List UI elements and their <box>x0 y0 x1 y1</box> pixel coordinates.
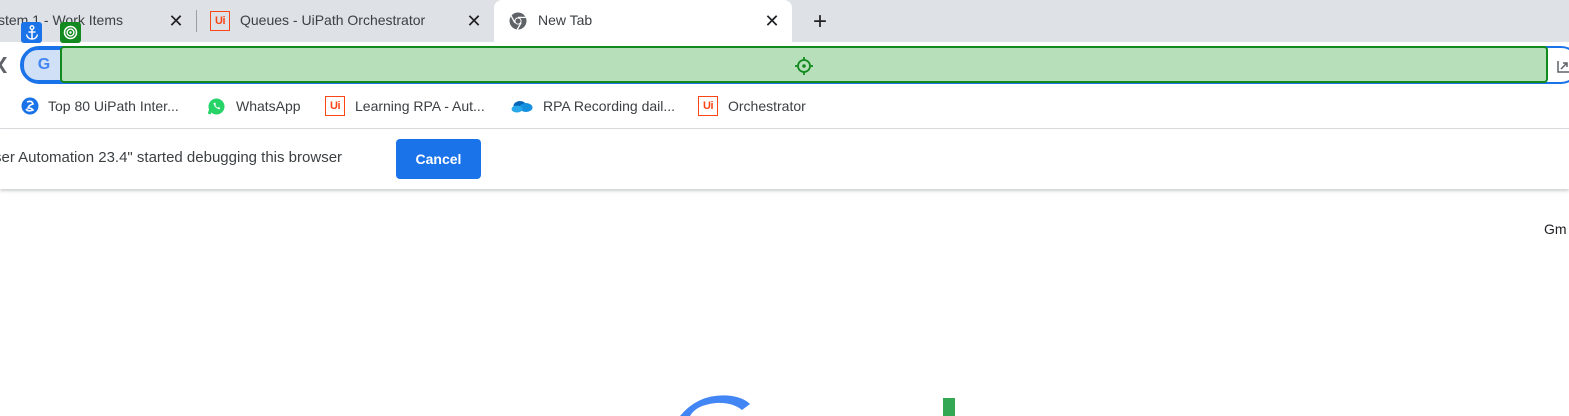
uipath-logo: Ui <box>698 96 718 116</box>
anchor-icon <box>25 24 38 40</box>
bookmark-whatsapp[interactable]: WhatsApp <box>206 88 301 124</box>
share-icon[interactable] <box>1556 58 1569 74</box>
tab-new-tab[interactable]: New Tab ✕ <box>494 0 792 42</box>
new-tab-button[interactable]: + <box>806 8 834 36</box>
bookmark-orchestrator[interactable]: Ui Orchestrator <box>698 88 806 124</box>
back-arrow-icon[interactable]: ❮ <box>0 54 9 74</box>
uipath-icon: Ui <box>325 96 345 116</box>
chrome-icon <box>509 12 527 30</box>
onedrive-icon <box>511 96 533 116</box>
anchor-badge-icon[interactable] <box>21 22 42 43</box>
uipath-logo: Ui <box>325 96 345 116</box>
crosshair-icon <box>795 57 813 75</box>
bookmark-learning-rpa[interactable]: Ui Learning RPA - Aut... <box>325 88 485 124</box>
bookmark-label: Orchestrator <box>728 98 806 114</box>
uipath-icon: Ui <box>210 11 230 31</box>
tab-title: Queues - UiPath Orchestrator <box>240 12 426 28</box>
site-icon <box>20 96 40 116</box>
debugging-infobar: ser Automation 23.4" started debugging t… <box>0 129 1569 189</box>
bookmark-label: WhatsApp <box>236 98 301 114</box>
infobar-message: ser Automation 23.4" started debugging t… <box>0 149 343 166</box>
tab-queues-orchestrator[interactable]: Ui Queues - UiPath Orchestrator ✕ <box>197 0 493 42</box>
bookmarks-bar: Top 80 UiPath Inter... WhatsApp Ui Learn… <box>0 88 1569 124</box>
tab-strip: stem 1 - Work Items ✕ Ui Queues - UiPath… <box>0 0 1569 42</box>
tab-title: New Tab <box>538 12 593 28</box>
bookmark-label: Top 80 UiPath Inter... <box>48 98 179 114</box>
google-g-letter: G <box>37 56 51 73</box>
bookmark-label: RPA Recording dail... <box>543 98 676 114</box>
gmail-link[interactable]: Gm <box>1544 221 1567 237</box>
uipath-icon: Ui <box>698 96 718 116</box>
cancel-button[interactable]: Cancel <box>396 139 481 179</box>
target-badge-icon[interactable] <box>60 22 81 43</box>
close-tab-icon[interactable]: ✕ <box>763 12 781 30</box>
google-logo <box>680 395 955 416</box>
bookmark-rpa-recording[interactable]: RPA Recording dail... <box>511 88 675 124</box>
bookmark-label: Learning RPA - Aut... <box>355 98 485 114</box>
target-icon <box>63 25 78 40</box>
bookmark-top-80-uipath[interactable]: Top 80 UiPath Inter... <box>20 88 179 124</box>
close-tab-icon[interactable]: ✕ <box>465 12 483 30</box>
close-tab-icon[interactable]: ✕ <box>167 12 185 30</box>
whatsapp-icon <box>206 96 226 116</box>
